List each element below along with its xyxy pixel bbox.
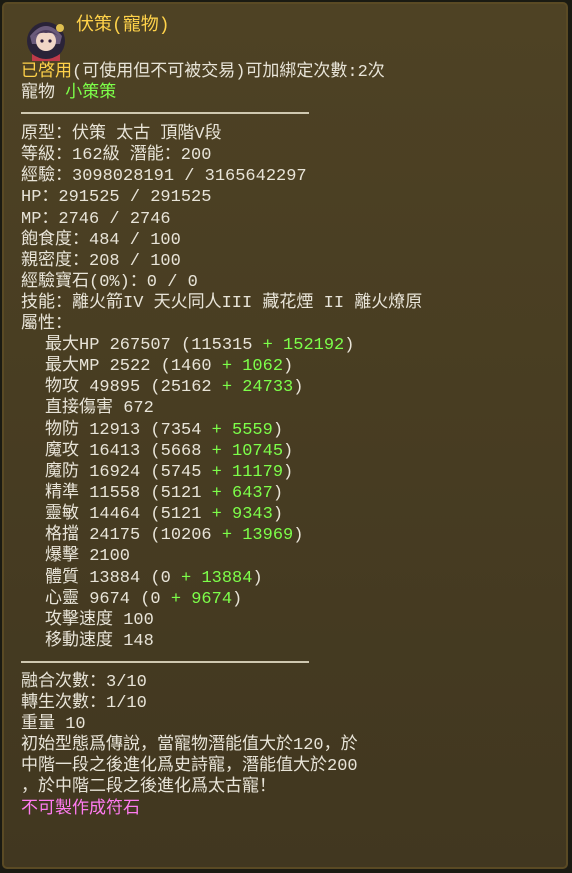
intimacy-line: 親密度：208 / 100	[21, 252, 181, 271]
weight-line: 重量 10	[21, 715, 86, 734]
hp-line: HP：291525 / 291525	[21, 188, 212, 207]
attr-row: 物攻 49895 (25162 + 24733)	[45, 378, 304, 397]
divider-bottom	[21, 661, 309, 663]
rune-note: 不可製作成符石	[21, 800, 140, 819]
attr-row: 爆擊 2100	[45, 547, 131, 566]
attr-row: 體質 13884 (0 + 13884)	[45, 569, 263, 588]
pet-name: 小策策	[65, 84, 117, 103]
exp-gem-line: 經驗寶石(0%)：0 / 0	[21, 273, 198, 292]
fusion-count: 融合次數：3/10	[21, 673, 147, 692]
exp-line: 經驗：3098028191 / 3165642297	[21, 167, 307, 186]
skills-line: 技能：離火箭IV 天火同人III 藏花煙 II 離火燎原	[21, 294, 423, 313]
description-line: 中階一段之後進化爲史詩寵，潛能值大於200	[21, 757, 358, 776]
satiety-line: 飽食度：484 / 100	[21, 231, 181, 250]
enabled-status: 已啓用	[21, 63, 72, 82]
attr-row: 攻擊速度 100	[45, 611, 154, 630]
divider-top	[21, 112, 309, 114]
item-tooltip: 伏策(寵物) 已啓用(可使用但不可被交易)可加綁定次數:2次 寵物 小策策 原型…	[2, 2, 568, 869]
attr-row: 最大MP 2522 (1460 + 1062)	[45, 357, 294, 376]
binding-status: 已啓用(可使用但不可被交易)可加綁定次數:2次	[21, 62, 385, 83]
attr-row: 直接傷害 672	[45, 399, 154, 418]
attr-row: 物防 12913 (7354 + 5559)	[45, 421, 284, 440]
attr-row: 魔攻 16413 (5668 + 10745)	[45, 442, 294, 461]
mp-line: MP：2746 / 2746	[21, 210, 171, 229]
attr-row: 最大HP 267507 (115315 + 152192)	[45, 336, 355, 355]
pet-name-row: 寵物 小策策	[21, 83, 116, 104]
attr-row: 格擋 24175 (10206 + 13969)	[45, 526, 304, 545]
pet-label: 寵物	[21, 84, 66, 103]
pet-avatar-icon	[27, 22, 65, 61]
attr-row: 精準 11558 (5121 + 6437)	[45, 484, 284, 503]
item-title: 伏策(寵物)	[76, 16, 170, 36]
binding-info: (可使用但不可被交易)可加綁定次數:2次	[72, 63, 385, 82]
attr-row: 移動速度 148	[45, 632, 154, 651]
prototype-line: 原型：伏策 太古 頂階V段	[21, 125, 222, 144]
attributes-title: 屬性：	[21, 315, 72, 334]
description-line: 初始型態爲傳說，當寵物潛能值大於120，於	[21, 736, 358, 755]
description-line: ，於中階二段之後進化爲太古寵！	[21, 778, 276, 797]
attr-row: 魔防 16924 (5745 + 11179)	[45, 463, 294, 482]
rebirth-count: 轉生次數：1/10	[21, 694, 147, 713]
attr-row: 心靈 9674 (0 + 9674)	[45, 590, 243, 609]
attr-row: 靈敏 14464 (5121 + 9343)	[45, 505, 284, 524]
level-line: 等級：162級 潛能：200	[21, 146, 212, 165]
